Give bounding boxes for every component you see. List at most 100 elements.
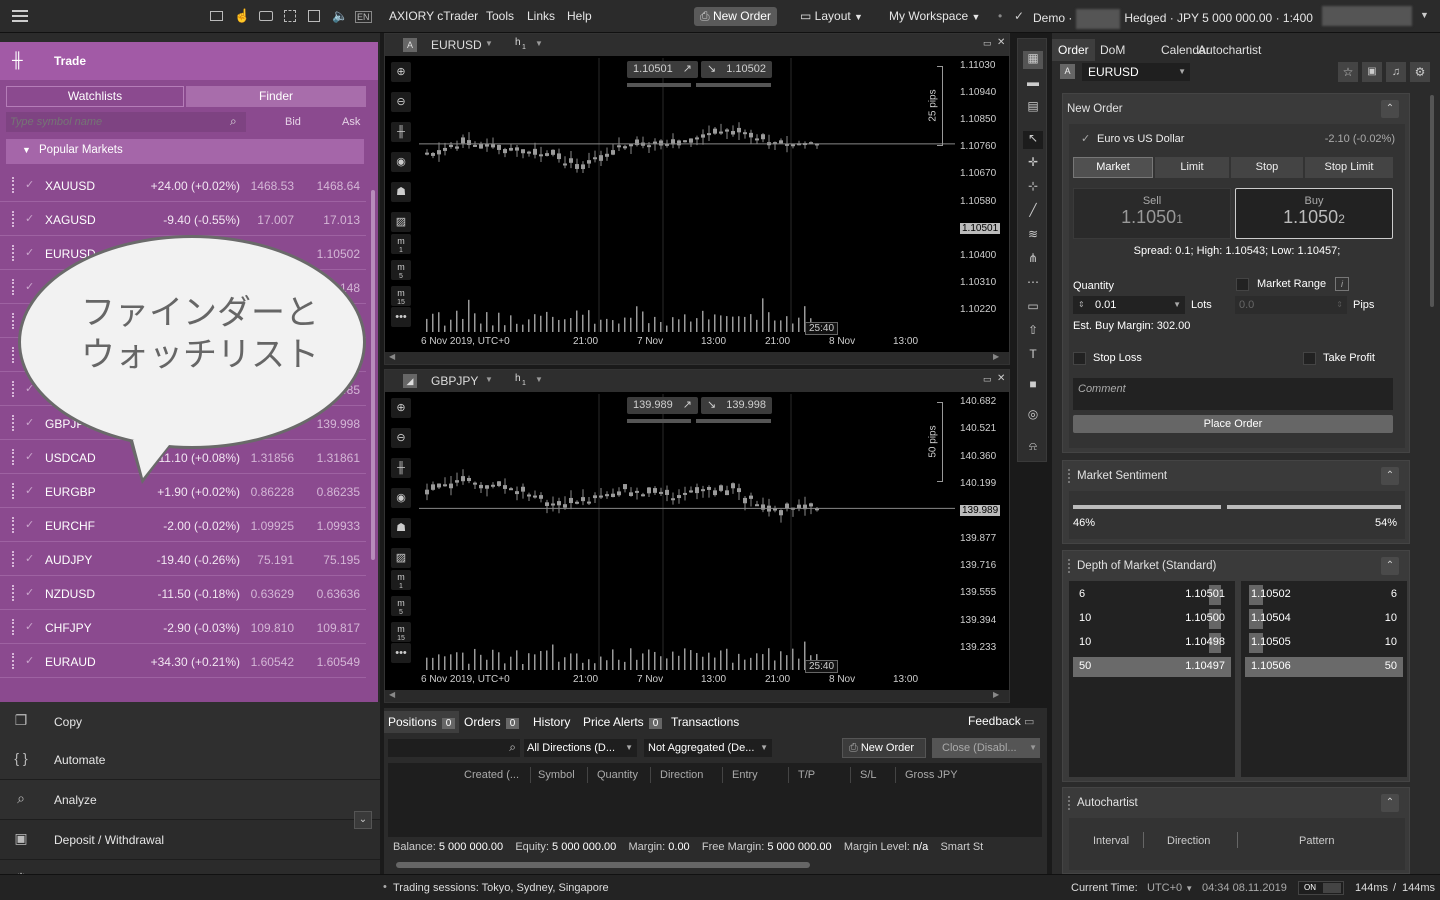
tab-transactions[interactable]: Transactions [667,711,743,733]
watchlist-row[interactable]: ✓ NZDUSD -11.50 (-0.18%) 0.63629 0.63636 [0,576,366,610]
camera-icon[interactable] [259,11,273,21]
quantity-stepper[interactable]: ⇕ 0.01 ▼ [1073,296,1185,314]
tab-autochartist[interactable]: Autochartist [1192,39,1267,61]
tab-history[interactable]: History [529,711,574,733]
dom-bid-row[interactable]: 10 1.10498 [1073,633,1231,653]
place-order-button[interactable]: Place Order [1073,415,1393,433]
drag-handle-icon[interactable] [12,619,15,635]
range-stepper[interactable]: 0.0 ⇕ [1235,296,1347,314]
column-header[interactable]: Symbol [538,769,575,781]
drag-handle-icon[interactable] [12,449,15,465]
hamburger-icon[interactable] [12,10,28,22]
collapse-button[interactable]: ⌃ [1381,100,1399,118]
dom-ask-row[interactable]: 1.10506 50 [1245,657,1403,677]
buy-button[interactable]: Buy 1.10502 [1235,188,1393,239]
copy-window-icon[interactable] [308,10,320,22]
split-layout-icon[interactable]: ▤ [1023,99,1043,117]
tab-limit[interactable]: Limit [1155,157,1229,178]
close-icon[interactable]: ✕ [997,37,1005,48]
dom-bid-row[interactable]: 50 1.10497 [1073,657,1231,677]
nav-analyze[interactable]: ⌕ Analyze [0,780,380,820]
tab-finder[interactable]: Finder [186,86,366,107]
dom-bid-row[interactable]: 6 1.10501 [1073,585,1231,605]
aggregation-select[interactable]: Not Aggregated (De... ▼ [644,739,772,757]
tab-watchlists[interactable]: Watchlists [6,86,184,107]
camera-icon[interactable]: ◎ [1023,407,1043,425]
stop-loss-checkbox[interactable] [1073,352,1086,365]
mail-icon[interactable] [210,11,223,21]
more-icon[interactable]: ••• [391,307,411,327]
pointer-icon[interactable]: ↖ [1023,131,1043,149]
zoom-area-icon[interactable]: ⊹ [1023,179,1043,197]
more-icon[interactable]: ••• [391,643,411,663]
face-icon[interactable]: ◉ [391,152,411,172]
close-icon[interactable]: ✕ [997,373,1005,384]
nav-deposit-withdrawal[interactable]: ▣ Deposit / Withdrawal [0,820,380,860]
single-layout-icon[interactable]: ▬ [1023,75,1043,93]
drag-handle-icon[interactable] [1068,796,1071,810]
info-icon[interactable]: i [1335,277,1349,291]
chart-plot[interactable] [419,394,955,670]
bell-icon[interactable]: ♫ [1386,62,1406,82]
sound-icon[interactable]: 🔈 [332,8,348,24]
nav-copy[interactable]: ❐ Copy [0,702,380,742]
text-icon[interactable]: T [1023,347,1043,365]
positions-search-input[interactable]: ⌕ [388,739,520,757]
chart-icon[interactable]: ▣ [1362,62,1382,82]
timeframe-m15-button[interactable]: m 15 [391,286,411,306]
drag-handle-icon[interactable] [12,211,15,227]
tab-stop[interactable]: Stop [1231,157,1303,178]
trade-header[interactable]: ╫ Trade [0,42,378,80]
col-interval[interactable]: Interval [1093,835,1129,847]
dom-bid-row[interactable]: 10 1.10500 [1073,609,1231,629]
drag-handle-icon[interactable] [12,483,15,499]
search-icon[interactable]: ⌕ [230,114,237,129]
watchlist-row[interactable]: ✓ XAUUSD +24.00 (+0.02%) 1468.53 1468.64 [0,168,366,202]
arrow-icon[interactable]: ⇧ [1023,323,1043,341]
column-header[interactable]: Created (... [464,769,519,781]
collapse-button[interactable]: ⌃ [1381,467,1399,485]
popular-markets-group[interactable]: ▼ Popular Markets [6,139,364,164]
tab-market[interactable]: Market [1073,157,1153,178]
menu-help[interactable]: Help [567,9,592,23]
gear-icon[interactable]: ⚙ [1410,62,1430,82]
language-button[interactable]: EN [355,11,372,23]
collapse-button[interactable]: ⌃ [1381,794,1399,812]
drag-handle-icon[interactable] [12,585,15,601]
tab-stop-limit[interactable]: Stop Limit [1305,157,1393,178]
chart-sell-button[interactable]: 139.989 ↗ [627,397,698,414]
timeframe[interactable]: h [515,373,521,384]
chevron-down-icon[interactable]: ▼ [535,39,543,48]
tab-price-alerts[interactable]: Price Alerts 0 [579,711,666,733]
fullscreen-icon[interactable] [284,10,296,22]
watchlist-row[interactable]: ✓ EURGBP +1.90 (+0.02%) 0.86228 0.86235 [0,474,366,508]
symbol-select[interactable]: EURUSD ▼ [1082,63,1190,81]
drag-handle-icon[interactable] [12,381,15,397]
tab-dom[interactable]: DoM [1094,39,1131,61]
fill-icon[interactable]: ■ [1023,377,1043,395]
timeframe-m1-button[interactable]: m1 [391,234,411,254]
timezone-select[interactable]: UTC+0 ▼ [1147,882,1193,894]
horizontal-scrollbar[interactable] [396,862,810,868]
watchlist-row[interactable]: ✓ EURAUD +34.30 (+0.21%) 1.60542 1.60549 [0,644,366,678]
chart-sell-button[interactable]: 1.10501 ↗ [627,61,698,78]
drag-handle-icon[interactable] [12,279,15,295]
drag-handle-icon[interactable] [12,177,15,193]
feedback-button[interactable]: Feedback ▭ [968,714,1034,728]
zoom-in-icon[interactable]: ⊕ [391,398,411,418]
chart-type-icon[interactable]: ◢ [403,374,417,388]
scroll-left-icon[interactable]: ◀ [389,352,395,361]
chevron-down-icon[interactable]: ▼ [535,375,543,384]
nav-automate[interactable]: { } Automate [0,740,380,780]
line-icon[interactable]: ╱ [1023,203,1043,221]
image-icon[interactable]: ▨ [391,212,411,232]
zoom-out-icon[interactable]: ⊖ [391,428,411,448]
drag-handle-icon[interactable] [12,415,15,431]
column-header[interactable]: Quantity [597,769,638,781]
drag-handle-icon[interactable] [12,653,15,669]
crosshair-icon[interactable]: ✛ [1023,155,1043,173]
drag-handle-icon[interactable] [12,313,15,329]
symbol-search-input[interactable] [6,112,246,132]
menu-tools[interactable]: Tools [486,9,514,23]
star-icon[interactable]: ☆ [1338,62,1358,82]
